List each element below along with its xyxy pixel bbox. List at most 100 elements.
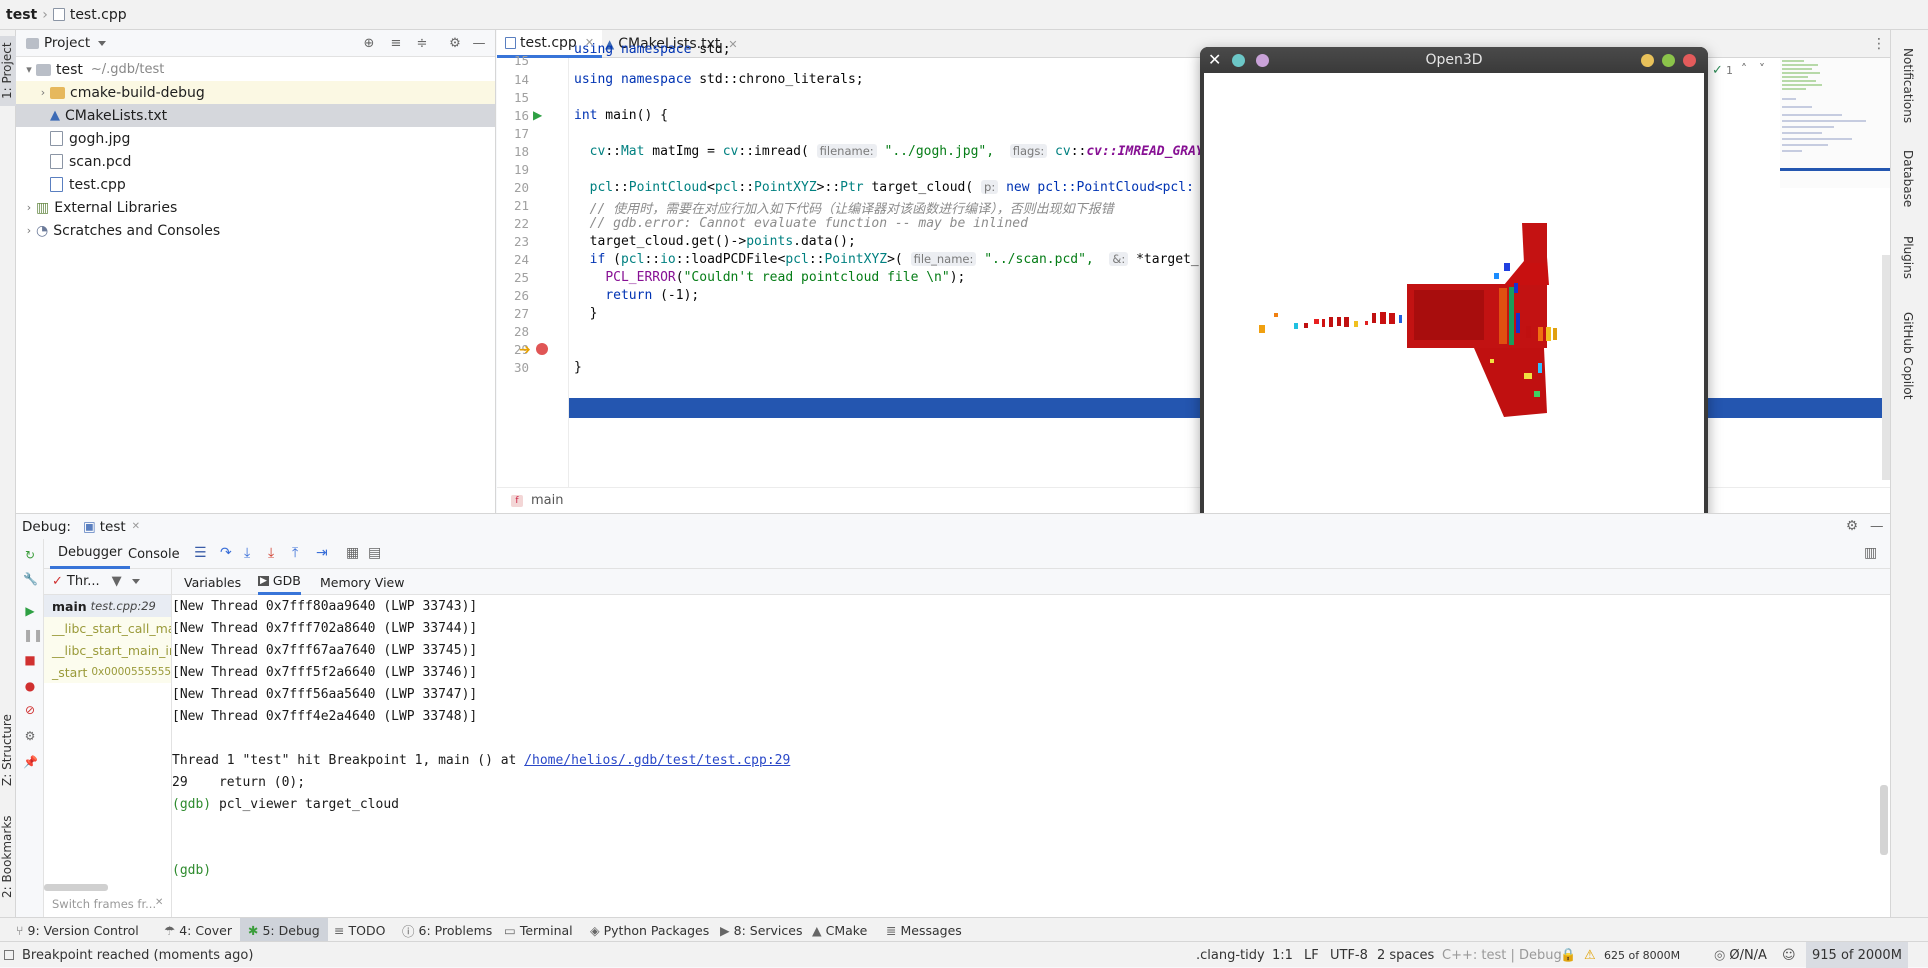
more-options-icon[interactable]: ⋮ [1872, 36, 1886, 52]
locate-icon[interactable]: ⊕ [362, 37, 376, 51]
project-tool-tab[interactable]: 1: Project [0, 36, 16, 106]
frame-item[interactable]: __libc_start_call_mai [44, 617, 171, 639]
code-line[interactable]: if (pcl::io::loadPCDFile<pcl::PointXYZ>(… [574, 252, 1207, 267]
tab-terminal[interactable]: ▭ Terminal [504, 918, 573, 942]
gear-icon[interactable]: ⚙ [448, 37, 462, 51]
frame-item[interactable]: __libc_start_main_in [44, 639, 171, 661]
nav-project[interactable]: test [6, 7, 37, 23]
code-line[interactable]: using namespace std; [574, 42, 731, 57]
chevron-right-icon[interactable]: › [22, 201, 36, 214]
chevron-up-icon[interactable]: ˄ [1741, 62, 1747, 76]
code-line[interactable]: target_cloud.get()->points.data(); [574, 234, 856, 249]
indent-setting[interactable]: 2 spaces [1377, 942, 1434, 968]
file-encoding[interactable]: UTF-8 [1330, 942, 1368, 968]
wrench-icon[interactable]: 🔧 [23, 572, 38, 586]
breakpoint-icon[interactable] [536, 343, 548, 355]
editor-scrollbar[interactable] [1882, 255, 1890, 480]
copilot-icon[interactable]: ☺ [1782, 942, 1796, 968]
chevron-down-icon[interactable]: ▾ [22, 63, 36, 76]
nav-file[interactable]: test.cpp [70, 7, 127, 23]
tab-messages[interactable]: ≣ Messages [886, 918, 962, 942]
collapse-all-icon[interactable]: ≑ [415, 37, 429, 51]
chevron-right-icon[interactable]: › [36, 86, 50, 99]
pin-icon[interactable]: 📌 [23, 755, 38, 769]
tree-item-external-libraries[interactable]: › ▥ External Libraries [16, 196, 495, 219]
code-comment[interactable]: // gdb.error: Cannot evaluate function -… [574, 216, 1028, 231]
rerun-icon[interactable]: ↻ [23, 548, 37, 562]
code-line-current[interactable]: return (0); [574, 342, 676, 357]
close-window-icon[interactable] [1683, 54, 1696, 67]
view-breakpoints-icon[interactable]: ● [23, 679, 37, 693]
database-tool-tab[interactable]: Database [1901, 150, 1915, 207]
tab-memory-view[interactable]: Memory View [320, 569, 404, 595]
step-into-icon[interactable]: ⤓ [244, 545, 250, 561]
code-line[interactable]: PCL_ERROR("Couldn't read pointcloud file… [574, 270, 965, 285]
tab-gdb[interactable]: ▶ GDB [258, 569, 301, 595]
tab-python-packages[interactable]: ◈ Python Packages [590, 918, 709, 942]
memory-indicator-small[interactable]: 625 of 8000M [1604, 942, 1680, 968]
tab-variables[interactable]: Variables [184, 569, 241, 595]
thread-selector[interactable]: Thr... [67, 574, 100, 589]
pause-icon[interactable]: ❚❚ [23, 628, 43, 642]
bookmarks-tool-tab[interactable]: 2: Bookmarks [0, 812, 16, 902]
gear-icon[interactable]: ⚙ [1846, 518, 1858, 534]
frames-list-icon[interactable]: ☰ [194, 545, 207, 561]
settings-icon[interactable]: ⚙ [23, 729, 37, 743]
code-comment[interactable]: // 使用时，需要在对应行加入如下代码（让编译器对该函数进行编译），否则出现如下… [574, 198, 1114, 217]
lock-icon[interactable]: 🔒 [1560, 942, 1576, 968]
code-line[interactable]: return (-1); [574, 288, 699, 303]
na-status[interactable]: ◎ Ø/N/A [1714, 942, 1767, 968]
run-icon[interactable]: ▶ [533, 108, 542, 122]
layout-icon[interactable]: ▥ [1864, 545, 1877, 561]
minimize-icon[interactable]: — [1870, 518, 1884, 534]
code-line[interactable]: } [574, 360, 582, 375]
evaluate-icon[interactable]: ▦ [346, 545, 359, 561]
point-cloud-view[interactable] [1204, 73, 1704, 573]
tree-item-test-cpp[interactable]: test.cpp [16, 173, 495, 196]
tree-item-cmakelists[interactable]: ▲ CMakeLists.txt [16, 104, 495, 127]
stop-icon[interactable]: ■ [23, 653, 37, 667]
notifications-tool-tab[interactable]: Notifications [1901, 48, 1915, 123]
debug-config-tab[interactable]: test [100, 519, 126, 535]
tab-problems[interactable]: ⓘ 6: Problems [402, 918, 492, 942]
status-message[interactable]: Breakpoint reached (moments ago) [4, 942, 253, 968]
mute-breakpoints-icon[interactable]: ⊘ [23, 703, 37, 717]
filter-icon[interactable]: ▼ [112, 574, 122, 589]
tree-item-gogh[interactable]: gogh.jpg [16, 127, 495, 150]
code-line[interactable]: cv::Mat matImg = cv::imread( filename: "… [574, 144, 1243, 159]
tab-console[interactable]: Console [120, 539, 188, 569]
chevron-down-icon[interactable] [98, 40, 107, 46]
inspection-check-icon[interactable]: ✓ [1712, 63, 1723, 78]
close-icon[interactable]: ✕ [132, 521, 140, 532]
code-line[interactable]: pcl::PointCloud<pcl::PointXYZ>::Ptr targ… [574, 180, 1194, 195]
warning-icon[interactable]: ⚠ [1584, 942, 1596, 968]
code-line[interactable]: int main() { [574, 108, 668, 123]
memory-indicator[interactable]: 915 of 2000M [1806, 942, 1908, 968]
tab-debugger[interactable]: Debugger [50, 539, 131, 569]
trace-icon[interactable]: ▤ [368, 545, 381, 561]
open3d-titlebar[interactable]: Open3D [1200, 47, 1708, 73]
tree-item-test[interactable]: ▾ test ~/.gdb/test [16, 58, 495, 81]
structure-tool-tab[interactable]: Z: Structure [0, 710, 16, 790]
build-context[interactable]: C++: test | Debug [1442, 942, 1562, 968]
frame-item[interactable]: main test.cpp:29 [44, 595, 171, 617]
window-dot-teal[interactable] [1232, 54, 1245, 67]
chevron-down-icon[interactable] [131, 579, 140, 584]
force-step-into-icon[interactable]: ⤓ [268, 545, 274, 561]
expand-all-icon[interactable]: ≡ [389, 37, 403, 51]
tree-item-cmake-build-debug[interactable]: › cmake-build-debug [16, 81, 495, 104]
run-to-cursor-icon[interactable]: ⇥ [316, 545, 328, 561]
tree-item-scratches[interactable]: › ◔ Scratches and Consoles [16, 219, 495, 242]
resume-icon[interactable]: ▶ [23, 604, 37, 618]
tree-item-scan[interactable]: scan.pcd [16, 150, 495, 173]
copilot-tool-tab[interactable]: GitHub Copilot [1901, 312, 1915, 399]
frames-scrollbar[interactable] [44, 884, 108, 891]
close-icon[interactable]: ✕ [1208, 50, 1221, 69]
line-separator[interactable]: LF [1304, 942, 1319, 968]
chevron-down-icon[interactable]: ˅ [1759, 62, 1765, 76]
clang-tidy-status[interactable]: .clang-tidy [1196, 942, 1265, 968]
step-over-icon[interactable]: ↷ [220, 545, 232, 561]
code-line[interactable]: using namespace std::chrono_literals; [574, 72, 864, 87]
window-dot-purple[interactable] [1256, 54, 1269, 67]
chevron-right-icon[interactable]: › [22, 224, 36, 237]
